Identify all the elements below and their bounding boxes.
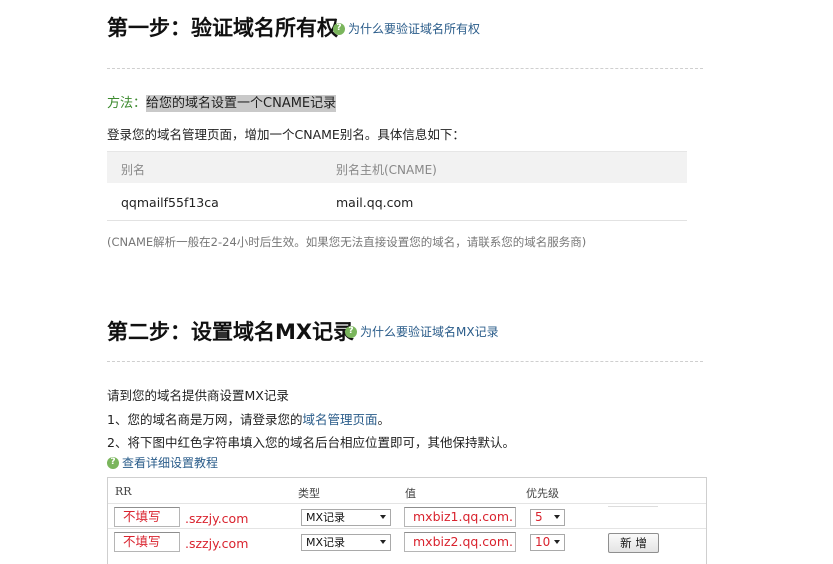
help-circle-icon: ? xyxy=(345,325,357,338)
value-input[interactable]: mxbiz2.qq.com. xyxy=(404,532,516,552)
method-row: 方法：给您的域名设置一个CNAME记录 xyxy=(107,92,337,112)
priority-select[interactable]: 10 xyxy=(530,534,565,551)
help-circle-icon: ? xyxy=(107,456,119,469)
priority-select-value: 10 xyxy=(535,535,551,549)
step2-line1: 请到您的域名提供商设置MX记录 xyxy=(107,388,289,403)
add-record-button[interactable]: 新 增 xyxy=(608,533,659,553)
step2-line3: 2、将下图中红色字符串填入您的域名后台相应位置即可，其他保持默认。 xyxy=(107,435,515,450)
step2-why-link-label: 为什么要验证域名MX记录 xyxy=(360,325,499,339)
step1-why-link-label: 为什么要验证域名所有权 xyxy=(348,22,481,36)
step2-line2-suffix: 。 xyxy=(377,412,390,427)
step1-title: 第一步：验证域名所有权 xyxy=(107,16,338,40)
mx-header-priority: 优先级 xyxy=(526,487,559,500)
divider xyxy=(107,68,703,69)
step2-line2-prefix: 1、您的域名商是万网，请登录您的 xyxy=(107,412,303,427)
chevron-down-icon xyxy=(554,515,560,519)
priority-select[interactable]: 5 xyxy=(530,509,565,526)
value-input[interactable]: mxbiz1.qq.com. xyxy=(404,507,516,527)
cname-alias-value: qqmailf55f13ca xyxy=(121,195,219,210)
mx-table: RR 类型 值 优先级 不填写 .szzjy.com MX记录 mxbiz1.q… xyxy=(107,477,707,564)
chevron-down-icon xyxy=(554,540,560,544)
type-select[interactable]: MX记录 xyxy=(301,509,391,526)
cname-host-value: mail.qq.com xyxy=(336,195,414,210)
cname-table: 别名 别名主机(CNAME) qqmailf55f13ca mail.qq.co… xyxy=(107,151,687,221)
domain-manage-link[interactable]: 域名管理页面 xyxy=(302,412,377,427)
rr-domain-suffix: .szzjy.com xyxy=(185,511,249,526)
type-select-value: MX记录 xyxy=(306,536,346,549)
mx-header-rr: RR xyxy=(115,485,132,498)
step1-why-link[interactable]: ? 为什么要验证域名所有权 xyxy=(333,20,480,37)
type-select-value: MX记录 xyxy=(306,511,346,524)
method-text: 给您的域名设置一个CNAME记录 xyxy=(146,95,337,112)
type-select[interactable]: MX记录 xyxy=(301,534,391,551)
rr-domain-suffix: .szzjy.com xyxy=(185,536,249,551)
table-row: qqmailf55f13ca mail.qq.com xyxy=(107,183,687,221)
cname-table-header: 别名 别名主机(CNAME) xyxy=(107,151,687,183)
priority-select-value: 5 xyxy=(535,510,543,524)
step2-title: 第二步：设置域名MX记录 xyxy=(107,320,355,344)
table-row: 不填写 .szzjy.com MX记录 mxbiz1.qq.com. 5 xyxy=(108,503,706,528)
cname-header-host: 别名主机(CNAME) xyxy=(336,163,437,177)
step1-intro: 登录您的域名管理页面，增加一个CNAME别名。具体信息如下： xyxy=(107,127,465,142)
table-row: 不填写 .szzjy.com MX记录 mxbiz2.qq.com. 10 新 … xyxy=(108,528,706,564)
mx-header-type: 类型 xyxy=(298,487,320,500)
chevron-down-icon xyxy=(380,540,386,544)
rr-input[interactable]: 不填写 xyxy=(114,532,180,552)
tutorial-link-label: 查看详细设置教程 xyxy=(122,456,219,470)
rr-input[interactable]: 不填写 xyxy=(114,507,180,527)
cname-header-alias: 别名 xyxy=(121,163,146,177)
mx-header-value: 值 xyxy=(405,487,416,500)
cname-note: (CNAME解析一般在2-24小时后生效。如果您无法直接设置您的域名，请联系您的… xyxy=(107,235,587,249)
tutorial-link[interactable]: ? 查看详细设置教程 xyxy=(107,454,218,471)
method-label: 方法： xyxy=(107,96,147,111)
divider xyxy=(107,361,703,362)
step2-line2: 1、您的域名商是万网，请登录您的域名管理页面。 xyxy=(107,409,390,428)
help-circle-icon: ? xyxy=(333,22,345,35)
step2-why-link[interactable]: ? 为什么要验证域名MX记录 xyxy=(345,323,499,340)
chevron-down-icon xyxy=(380,515,386,519)
